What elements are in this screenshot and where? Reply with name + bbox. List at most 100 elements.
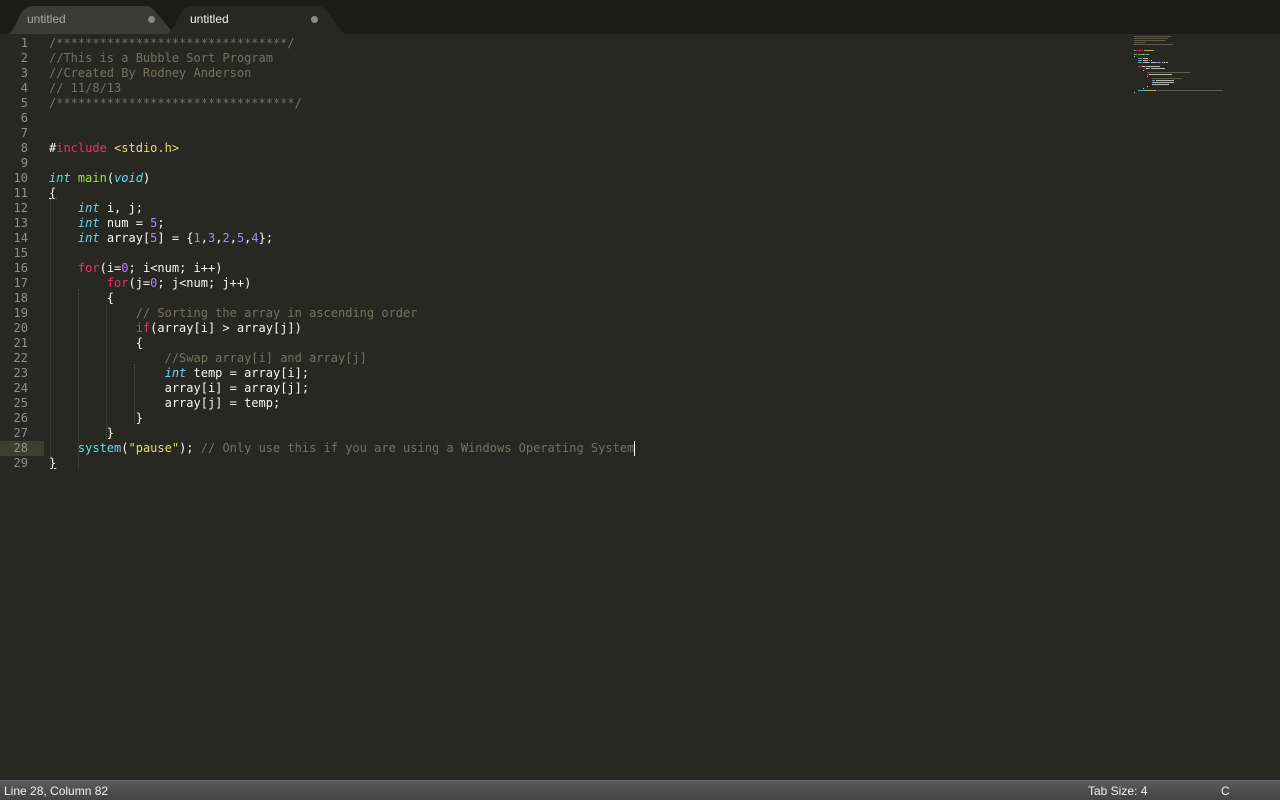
minimap-token <box>1157 90 1224 91</box>
gutter: 5 <box>0 96 44 111</box>
token: }; <box>258 231 274 245</box>
code-text: int i, j; <box>49 201 143 216</box>
code-line[interactable]: 18 { <box>0 291 1130 306</box>
code-line[interactable]: 17 for(j=0; j<num; j++) <box>0 276 1130 291</box>
code-text: { <box>49 336 143 351</box>
code-line[interactable]: 6 <box>0 111 1130 126</box>
minimap-token <box>1150 68 1165 69</box>
code-line[interactable]: 3 //Created By Rodney Anderson <box>0 66 1130 81</box>
code-line[interactable]: 27 } <box>0 426 1130 441</box>
code-line[interactable]: 4 // 11/8/13 <box>0 81 1130 96</box>
token: // Sorting the array in ascending order <box>135 306 418 320</box>
token: for <box>106 276 129 290</box>
unsaved-dot-icon[interactable] <box>311 16 318 23</box>
code-text: int array[5] = {1,3,2,5,4}; <box>49 231 273 246</box>
code-line[interactable]: 11 { <box>0 186 1130 201</box>
code-editor[interactable]: 1 /********************************/ 2 //Th… <box>0 34 1280 780</box>
token: ] = { <box>157 231 194 245</box>
code-text: /********************************/ <box>49 36 295 51</box>
line-number: 23 <box>13 366 28 380</box>
token: ; <box>157 216 165 230</box>
minimap-token <box>1146 90 1154 91</box>
code-line[interactable]: 23 int temp = array[i]; <box>0 366 1130 381</box>
tab-label: untitled <box>27 12 66 26</box>
line-number: 28 <box>13 441 28 455</box>
code-line[interactable]: 9 <box>0 156 1130 171</box>
token: array[ <box>99 231 151 245</box>
code-text: int main(void) <box>49 171 150 186</box>
minimap-token <box>1138 62 1142 63</box>
token: system <box>77 441 122 455</box>
token: int <box>164 366 187 380</box>
gutter: 25 <box>0 396 44 411</box>
code-line[interactable]: 21 { <box>0 336 1130 351</box>
token: num = <box>99 216 151 230</box>
tab-size-selector[interactable]: Tab Size: 4 <box>1088 784 1147 798</box>
minimap-token <box>1134 36 1172 37</box>
code-line[interactable]: 15 <box>0 246 1130 261</box>
code-line[interactable]: 25 array[j] = temp; <box>0 396 1130 411</box>
token: int <box>49 171 71 185</box>
line-number: 4 <box>20 81 28 95</box>
gutter: 6 <box>0 111 44 126</box>
code-line[interactable]: 29} <box>0 456 1130 471</box>
minimap-token <box>1134 40 1165 41</box>
minimap[interactable] <box>1134 36 1224 96</box>
line-number: 13 <box>13 216 28 230</box>
code-line[interactable]: 5 /*********************************/ <box>0 96 1130 111</box>
minimap-token <box>1138 60 1142 61</box>
text-cursor <box>634 441 636 456</box>
code-line[interactable]: 16 for(i=0; i<num; i++) <box>0 261 1130 276</box>
token: temp = array[i]; <box>186 366 310 380</box>
status-bar: Line 28, Column 82 Tab Size: 4 C <box>0 780 1280 800</box>
token: array[i] = array[j]; <box>49 381 310 395</box>
code-line[interactable]: 19 // Sorting the array in ascending ord… <box>0 306 1130 321</box>
line-number: 18 <box>13 291 28 305</box>
token: 1 <box>193 231 201 245</box>
line-number: 15 <box>13 246 28 260</box>
gutter: 27 <box>0 426 44 441</box>
minimap-token <box>1134 38 1169 39</box>
code-line[interactable]: 26 } <box>0 411 1130 426</box>
code-line[interactable]: 12 int i, j; <box>0 201 1130 216</box>
tab-bar: untitled untitled <box>0 0 1280 34</box>
minimap-token <box>1151 78 1183 79</box>
line-number: 1 <box>20 36 28 50</box>
line-number: 29 <box>13 456 28 470</box>
minimap-token <box>1134 42 1145 43</box>
code-line[interactable]: 14 int array[5] = {1,3,2,5,4}; <box>0 231 1130 246</box>
unsaved-dot-icon[interactable] <box>148 16 155 23</box>
code-text: int num = 5; <box>49 216 165 231</box>
tab-untitled-1[interactable]: untitled <box>6 6 174 34</box>
token: for <box>77 261 100 275</box>
code-line[interactable]: 22 //Swap array[i] and array[j] <box>0 351 1130 366</box>
code-line[interactable]: 2 //This is a Bubble Sort Program <box>0 51 1130 66</box>
code-line[interactable]: 24 array[i] = array[j]; <box>0 381 1130 396</box>
code-line[interactable]: 28 system("pause"); // Only use this if … <box>0 441 1130 456</box>
code-line[interactable]: 7 <box>0 126 1130 141</box>
token: /********************************/ <box>49 36 295 50</box>
code-line[interactable]: 1 /********************************/ <box>0 36 1130 51</box>
token: //Swap array[i] and array[j] <box>164 351 367 365</box>
code-line[interactable]: 10 int main(void) <box>0 171 1130 186</box>
syntax-selector[interactable]: C <box>1221 784 1230 798</box>
code-line[interactable]: 20 if(array[i] > array[j]) <box>0 321 1130 336</box>
gutter: 24 <box>0 381 44 396</box>
code-line[interactable]: 13 int num = 5; <box>0 216 1130 231</box>
gutter: 23 <box>0 366 44 381</box>
gutter: 29 <box>0 456 44 471</box>
token: //This is a Bubble Sort Program <box>49 51 273 65</box>
minimap-token <box>1143 50 1154 51</box>
token: ( <box>121 441 129 455</box>
minimap-token <box>1142 60 1149 61</box>
code-line[interactable]: 8 #include <stdio.h> <box>0 141 1130 156</box>
token: /*********************************/ <box>49 96 302 110</box>
gutter: 12 <box>0 201 44 216</box>
line-number: 5 <box>20 96 28 110</box>
tab-untitled-2-active[interactable]: untitled <box>166 6 344 34</box>
code-text: //This is a Bubble Sort Program <box>49 51 273 66</box>
token: <stdio.h> <box>114 141 180 155</box>
